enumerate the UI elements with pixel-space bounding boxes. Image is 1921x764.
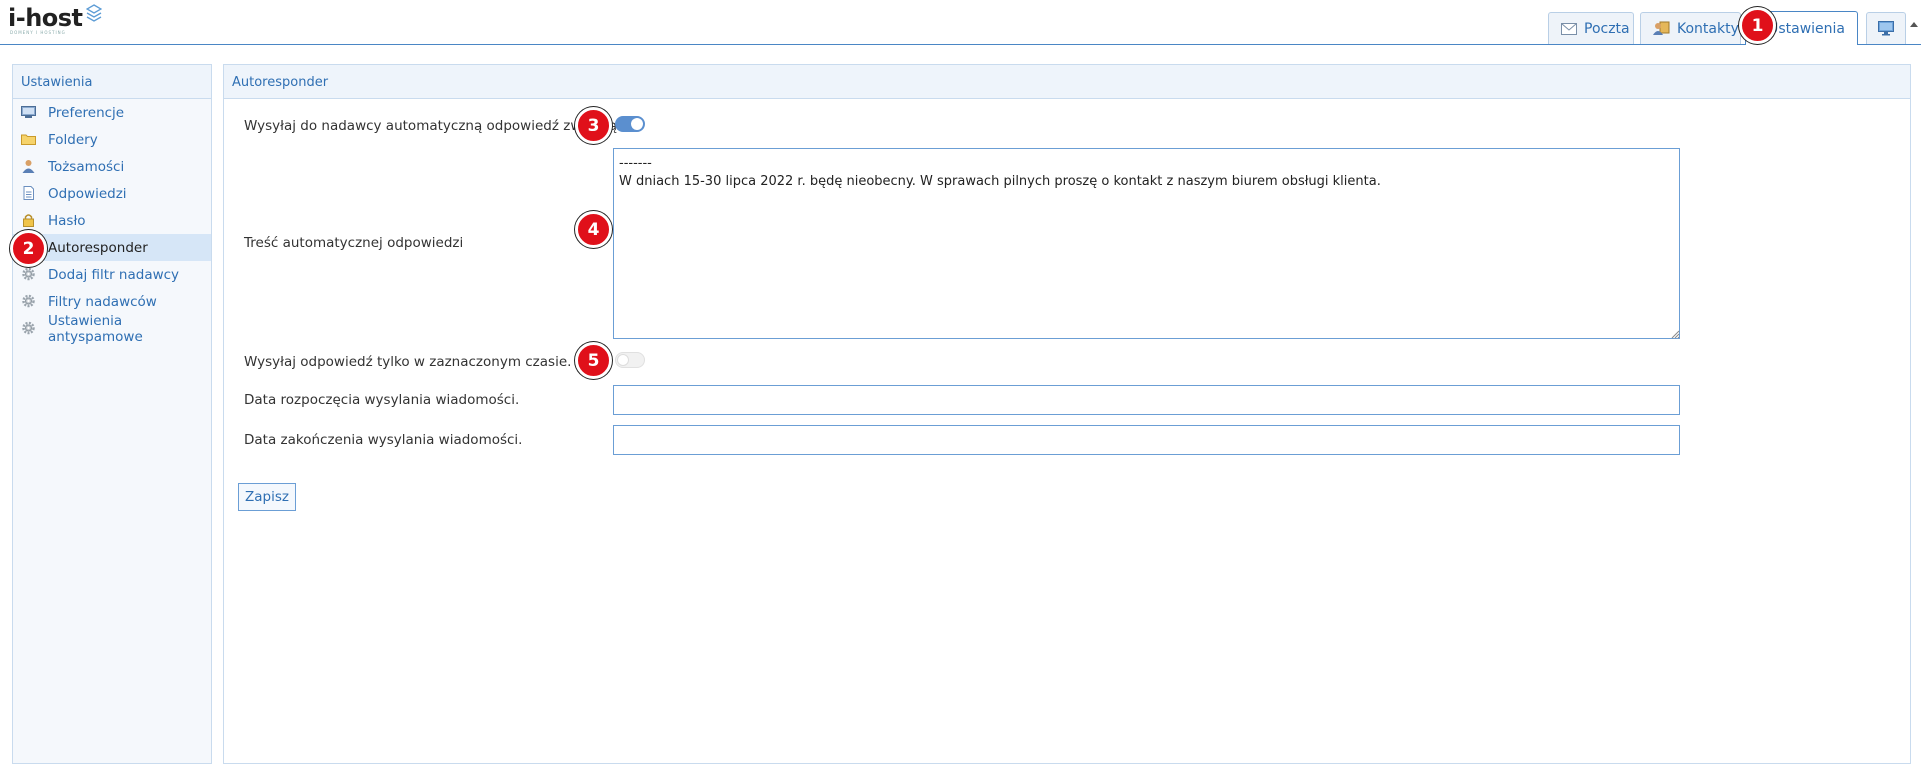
reply-body-label: Treść automatycznej odpowiedzi [244,235,464,251]
end-date-input[interactable] [613,425,1680,455]
sidebar-item-foldery[interactable]: Foldery [13,126,211,153]
monitor-icon [1878,21,1894,36]
tab-screen[interactable] [1866,12,1906,44]
sidebar-item-label: Ustawienia antyspamowe [48,312,143,345]
brand-logo[interactable]: i-host DOMENY I HOSTING [8,4,108,36]
brand-name: i-host [8,4,83,32]
save-button[interactable]: Zapisz [238,483,296,511]
envelope-icon [1561,22,1577,35]
top-header: i-host DOMENY I HOSTING Poczta Kontakty … [0,0,1921,45]
cube-icon [86,4,102,22]
sidebar-item-label: Filtry nadawców [48,293,157,310]
settings-sidebar: Ustawienia Preferencje Foldery Tożsamośc… [12,64,212,764]
tab-label: Ustawienia [1768,20,1845,37]
identity-icon [22,160,35,173]
preferences-icon [21,106,36,118]
autoresponder-panel: Autoresponder Wysyłaj do nadawcy automat… [223,64,1911,764]
sidebar-item-label: Tożsamości [48,158,125,175]
sidebar-title: Ustawienia [13,65,211,99]
tab-label: Kontakty [1677,20,1739,37]
marker-5: 5 [575,342,612,379]
document-icon [23,186,34,200]
schedule-label: Wysyłaj odpowiedź tylko w zaznaczonym cz… [244,354,572,370]
enable-autoreply-label: Wysyłaj do nadawcy automatyczną odpowied… [244,118,617,134]
gear-icon [22,267,35,281]
sidebar-item-haslo[interactable]: Hasło [13,207,211,234]
sidebar-item-label: Foldery [48,131,98,148]
sidebar-item-antyspam[interactable]: Ustawienia antyspamowe [13,312,211,345]
sidebar-item-preferencje[interactable]: Preferencje [13,99,211,126]
enable-autoreply-toggle[interactable] [615,116,645,132]
schedule-toggle[interactable] [615,352,645,368]
sidebar-item-label: Autoresponder [48,239,148,256]
sidebar-item-label: Dodaj filtr nadawcy [48,266,180,283]
brand-tagline: DOMENY I HOSTING [10,30,66,35]
toggle-knob [631,118,643,130]
resize-handle-icon[interactable] [1670,329,1680,339]
gear-icon [22,294,35,308]
gear-icon [22,321,35,335]
collapse-header-icon[interactable] [1910,22,1918,27]
reply-body-textarea[interactable]: ------- W dniach 15-30 lipca 2022 r. będ… [613,148,1680,339]
sidebar-item-tozsamosci[interactable]: Tożsamości [13,153,211,180]
marker-1: 1 [1739,7,1776,44]
lock-icon [23,214,34,227]
start-date-label: Data rozpoczęcia wysylania wiadomości. [244,392,520,408]
folder-icon [21,134,36,145]
sidebar-item-label: Hasło [48,212,86,229]
settings-menu: Preferencje Foldery Tożsamości Odpowiedz… [13,99,211,345]
marker-2: 2 [10,230,47,267]
marker-3: 3 [575,107,612,144]
sidebar-item-dodaj-filtr[interactable]: Dodaj filtr nadawcy [13,261,211,288]
tab-label: Poczta [1584,20,1630,37]
sidebar-item-filtry-nadawcow[interactable]: Filtry nadawców [13,288,211,315]
tab-kontakty[interactable]: Kontakty [1640,12,1741,44]
sidebar-item-label: Preferencje [48,104,125,121]
contacts-icon [1653,21,1670,35]
toggle-knob [617,354,629,366]
sidebar-item-label: Odpowiedzi [48,185,127,202]
panel-title: Autoresponder [224,65,1910,99]
start-date-input[interactable] [613,385,1680,415]
tab-poczta[interactable]: Poczta [1548,12,1634,44]
marker-4: 4 [575,211,612,248]
end-date-label: Data zakończenia wysylania wiadomości. [244,432,523,448]
sidebar-item-odpowiedzi[interactable]: Odpowiedzi [13,180,211,207]
